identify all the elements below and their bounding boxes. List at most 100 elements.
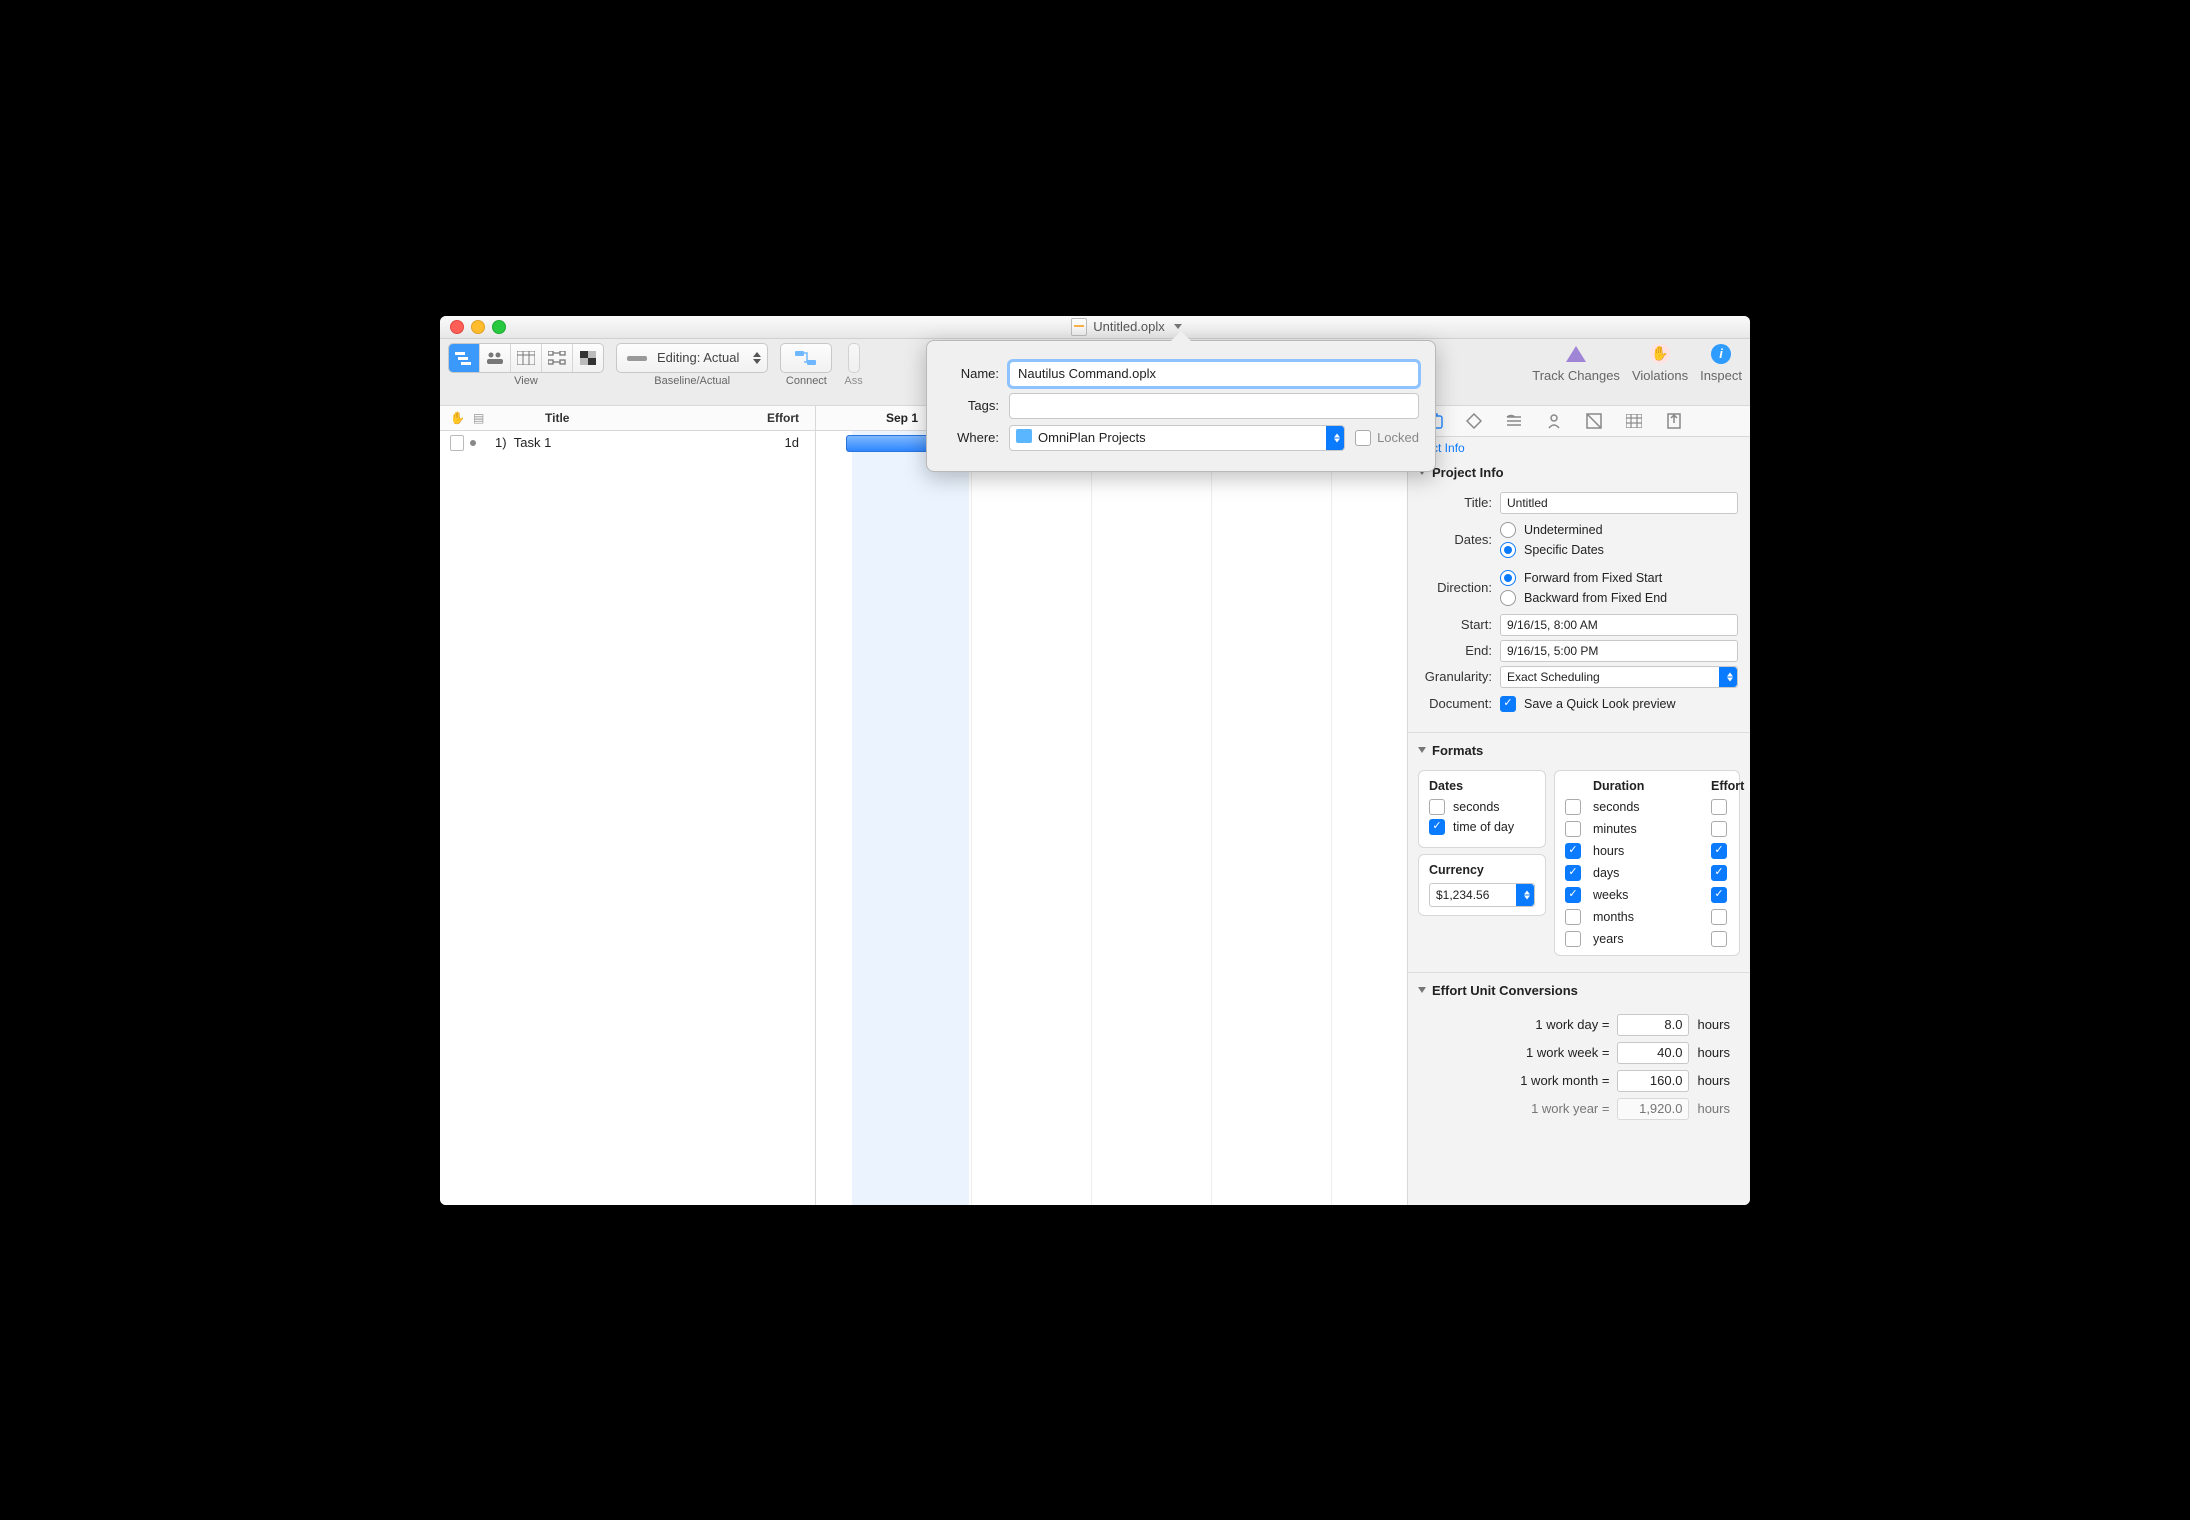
project-info-title: Project Info xyxy=(1432,465,1504,480)
document-rename-popover: Name: Nautilus Command.oplx Tags: Where:… xyxy=(926,340,1436,472)
column-effort-header[interactable]: Effort xyxy=(729,411,815,425)
row-note-icon[interactable] xyxy=(450,435,464,451)
gantt-today-highlight xyxy=(852,431,969,1205)
dates-tod-checkbox[interactable]: time of day xyxy=(1429,819,1535,835)
dates-seconds-checkbox[interactable]: seconds xyxy=(1429,799,1535,815)
duration-years-checkbox[interactable] xyxy=(1565,931,1581,947)
view-mode-segmented[interactable] xyxy=(448,343,604,373)
violations-button[interactable]: ✋ Violations xyxy=(1632,343,1688,383)
minimize-window-button[interactable] xyxy=(471,320,485,334)
section-conversions-header[interactable]: Effort Unit Conversions xyxy=(1408,977,1750,1004)
tab-styles[interactable] xyxy=(1494,407,1534,435)
assign-label-partial: Ass xyxy=(844,375,862,387)
outline-header: ✋ ▤ Title Effort xyxy=(440,406,815,431)
task-effort: 1d xyxy=(739,435,815,450)
effort-years-checkbox[interactable] xyxy=(1711,931,1727,947)
note-column-icon[interactable]: ▤ xyxy=(473,411,484,425)
effort-months-checkbox[interactable] xyxy=(1711,909,1727,925)
currency-select[interactable]: $1,234.56 xyxy=(1429,883,1535,907)
chevron-down-icon xyxy=(1174,324,1182,329)
duration-seconds-checkbox[interactable] xyxy=(1565,799,1581,815)
direction-backward-radio[interactable]: Backward from Fixed End xyxy=(1500,590,1738,606)
assign-button-partial[interactable] xyxy=(848,343,860,373)
grab-hand-icon[interactable]: ✋ xyxy=(450,411,465,425)
granularity-label: Granularity: xyxy=(1420,669,1492,684)
style-view-icon[interactable] xyxy=(573,344,603,372)
popover-locked-checkbox[interactable]: Locked xyxy=(1355,430,1419,446)
baseline-group-label: Baseline/Actual xyxy=(654,375,730,387)
duration-hours-checkbox[interactable] xyxy=(1565,843,1581,859)
dates-format-header: Dates xyxy=(1429,779,1535,793)
popover-where-select[interactable]: OmniPlan Projects xyxy=(1009,425,1345,451)
inspect-button[interactable]: i Inspect xyxy=(1700,343,1742,383)
duration-days-checkbox[interactable] xyxy=(1565,865,1581,881)
effort-minutes-checkbox[interactable] xyxy=(1711,821,1727,837)
end-date-input[interactable]: 9/16/15, 5:00 PM xyxy=(1500,640,1738,662)
hand-stop-icon: ✋ xyxy=(1650,344,1670,364)
tab-milestones[interactable] xyxy=(1454,407,1494,435)
track-changes-label: Track Changes xyxy=(1532,368,1620,383)
resource-view-icon[interactable] xyxy=(480,344,511,372)
popover-where-label: Where: xyxy=(943,430,999,445)
inspector-panel: oject Info Project Info Title: Untitled … xyxy=(1407,406,1750,1205)
project-title-input[interactable]: Untitled xyxy=(1500,492,1738,514)
baseline-actual-popup[interactable]: Editing: Actual xyxy=(616,343,768,373)
close-window-button[interactable] xyxy=(450,320,464,334)
document-icon xyxy=(1071,318,1087,336)
calendar-view-icon[interactable] xyxy=(511,344,542,372)
duration-months-checkbox[interactable] xyxy=(1565,909,1581,925)
section-formats-header[interactable]: Formats xyxy=(1408,737,1750,764)
dates-undetermined-radio[interactable]: Undetermined xyxy=(1500,522,1738,538)
gantt-month-label: Sep 1 xyxy=(886,411,918,425)
connect-button[interactable] xyxy=(780,343,832,373)
effort-hours-checkbox[interactable] xyxy=(1711,843,1727,859)
direction-forward-radio[interactable]: Forward from Fixed Start xyxy=(1500,570,1738,586)
effort-days-checkbox[interactable] xyxy=(1711,865,1727,881)
conversions-title: Effort Unit Conversions xyxy=(1432,983,1578,998)
task-index: 1) xyxy=(495,435,507,450)
gantt-view-icon[interactable] xyxy=(449,344,480,372)
gantt-chart[interactable]: Sep 1 xyxy=(816,406,1407,1205)
effort-seconds-checkbox[interactable] xyxy=(1711,799,1727,815)
popover-tags-label: Tags: xyxy=(943,398,999,413)
task-title: Task 1 xyxy=(514,435,552,450)
duration-header: Duration xyxy=(1593,779,1701,793)
start-label: Start: xyxy=(1420,617,1492,632)
work-day-input[interactable]: 8.0 xyxy=(1617,1014,1689,1036)
work-month-input[interactable]: 160.0 xyxy=(1617,1070,1689,1092)
popover-tags-input[interactable] xyxy=(1009,393,1419,419)
network-view-icon[interactable] xyxy=(542,344,573,372)
tab-columns[interactable] xyxy=(1614,407,1654,435)
duration-minutes-checkbox[interactable] xyxy=(1565,821,1581,837)
work-week-input[interactable]: 40.0 xyxy=(1617,1042,1689,1064)
dates-specific-radio[interactable]: Specific Dates xyxy=(1500,542,1738,558)
duration-weeks-checkbox[interactable] xyxy=(1565,887,1581,903)
track-changes-button[interactable]: Track Changes xyxy=(1532,343,1620,383)
column-title-header[interactable]: Title xyxy=(505,411,729,425)
work-month-label: 1 work month = xyxy=(1520,1073,1609,1088)
effort-weeks-checkbox[interactable] xyxy=(1711,887,1727,903)
work-year-label: 1 work year = xyxy=(1531,1101,1609,1116)
gantt-body[interactable] xyxy=(816,431,1407,1205)
quicklook-checkbox[interactable]: Save a Quick Look preview xyxy=(1500,696,1738,712)
tab-custom-data[interactable] xyxy=(1574,407,1614,435)
section-project-info-header[interactable]: Project Info xyxy=(1408,459,1750,486)
dates-format-card: Dates seconds time of day xyxy=(1418,770,1546,848)
task-row[interactable]: 1) Task 1 1d xyxy=(440,431,815,455)
content-area: ✋ ▤ Title Effort 1) Task 1 1d Sep 1 xyxy=(440,406,1750,1205)
granularity-select[interactable]: Exact Scheduling xyxy=(1500,666,1738,688)
window-title[interactable]: Untitled.oplx xyxy=(513,318,1740,336)
unit-label: hours xyxy=(1697,1017,1730,1032)
popover-name-input[interactable]: Nautilus Command.oplx xyxy=(1009,361,1419,387)
start-date-input[interactable]: 9/16/15, 8:00 AM xyxy=(1500,614,1738,636)
zoom-window-button[interactable] xyxy=(492,320,506,334)
tab-export[interactable] xyxy=(1654,407,1694,435)
tab-resources[interactable] xyxy=(1534,407,1574,435)
task-outline: ✋ ▤ Title Effort 1) Task 1 1d xyxy=(440,406,816,1205)
window-title-text: Untitled.oplx xyxy=(1093,319,1165,334)
title-label: Title: xyxy=(1420,495,1492,510)
work-year-input[interactable]: 1,920.0 xyxy=(1617,1098,1689,1120)
inspector-tabs xyxy=(1408,406,1750,437)
unit-label: hours xyxy=(1697,1073,1730,1088)
row-bullet-icon xyxy=(470,440,476,446)
